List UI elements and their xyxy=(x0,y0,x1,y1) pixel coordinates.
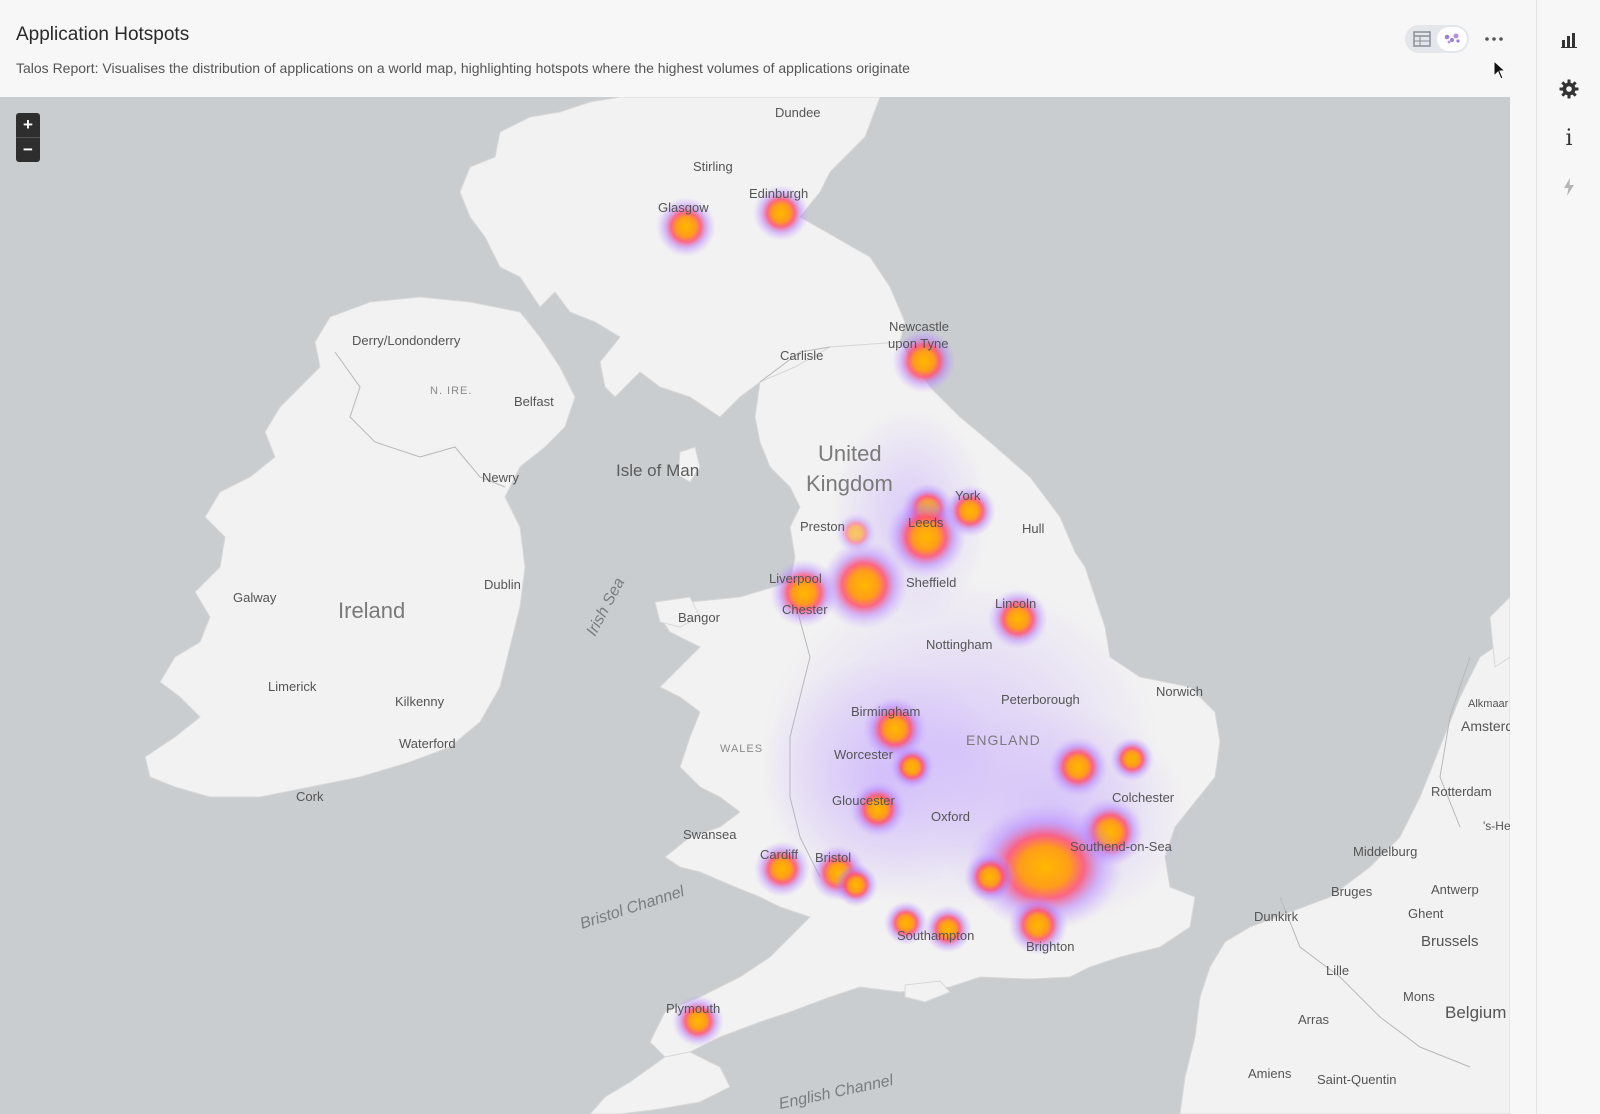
settings-button[interactable] xyxy=(1551,71,1587,107)
label-brussels: Brussels xyxy=(1421,933,1479,950)
table-view-button[interactable] xyxy=(1407,27,1437,51)
label-belfast: Belfast xyxy=(514,394,554,409)
world-map-icon xyxy=(1444,33,1460,44)
label-chester: Chester xyxy=(782,602,828,617)
heatmap-map[interactable]: Dundee Stirling Glasgow Edinburgh Derry/… xyxy=(0,97,1510,1114)
info-icon: i xyxy=(1565,125,1573,151)
label-alkmaar: Alkmaar xyxy=(1468,698,1509,710)
lightning-icon xyxy=(1564,178,1574,196)
info-button[interactable]: i xyxy=(1551,120,1587,156)
chart-button[interactable] xyxy=(1551,22,1587,58)
label-dunkirk: Dunkirk xyxy=(1254,909,1299,924)
label-birmingham: Birmingham xyxy=(851,704,920,719)
report-header: Application Hotspots Talos Report: Visua… xyxy=(0,0,1510,97)
page-title: Application Hotspots xyxy=(16,24,190,45)
label-nottingham: Nottingham xyxy=(926,637,992,652)
label-english-channel: English Channel xyxy=(777,1072,895,1113)
label-ghent: Ghent xyxy=(1408,906,1444,921)
label-england: ENGLAND xyxy=(966,732,1041,748)
more-options-button[interactable] xyxy=(1478,24,1510,54)
label-swansea: Swansea xyxy=(683,827,737,842)
label-colchester: Colchester xyxy=(1112,790,1175,805)
mouse-cursor-icon xyxy=(1493,60,1507,80)
label-cardiff: Cardiff xyxy=(760,847,798,862)
label-amsterdam: Amsterdam xyxy=(1461,718,1510,734)
label-plymouth: Plymouth xyxy=(666,1001,720,1016)
label-norwich: Norwich xyxy=(1156,684,1203,699)
zoom-in-button[interactable]: + xyxy=(16,113,40,138)
more-horizontal-icon xyxy=(1485,37,1503,41)
view-toggle xyxy=(1405,25,1469,53)
label-irish-sea: Irish Sea xyxy=(584,575,629,639)
land-cornwall xyxy=(589,1051,731,1114)
label-peterborough: Peterborough xyxy=(1001,692,1080,707)
hotspot-london-west xyxy=(964,851,1016,903)
land-ireland xyxy=(144,296,576,798)
hotspot-worcester xyxy=(890,745,934,789)
label-sheffield: Sheffield xyxy=(906,575,956,590)
label-uk-2: Kingdom xyxy=(806,471,893,496)
label-antwerp: Antwerp xyxy=(1431,882,1479,897)
label-uk-1: United xyxy=(818,441,882,466)
table-icon xyxy=(1413,31,1431,47)
label-newcastle-1: Newcastle xyxy=(889,319,949,334)
label-bristol: Bristol xyxy=(815,850,851,865)
label-brighton: Brighton xyxy=(1026,939,1074,954)
report-description: Talos Report: Visualises the distributio… xyxy=(16,60,910,76)
label-wales: WALES xyxy=(720,743,763,755)
actions-button[interactable] xyxy=(1551,169,1587,205)
label-derry: Derry/Londonderry xyxy=(352,333,461,348)
gear-icon xyxy=(1559,79,1579,99)
label-glasgow: Glasgow xyxy=(658,200,709,215)
label-newcastle-2: upon Tyne xyxy=(888,336,948,351)
label-bangor: Bangor xyxy=(678,610,721,625)
label-stirling: Stirling xyxy=(693,159,733,174)
label-kilkenny: Kilkenny xyxy=(395,694,445,709)
map-view-button[interactable] xyxy=(1437,27,1467,51)
label-s-hert: 's-Hertogenbosch xyxy=(1483,819,1510,833)
hotspot-norwich xyxy=(1110,737,1154,781)
label-amiens: Amiens xyxy=(1248,1066,1292,1081)
label-york: York xyxy=(955,488,981,503)
label-worcester: Worcester xyxy=(834,747,894,762)
right-tool-rail: i xyxy=(1536,0,1600,1114)
label-carlisle: Carlisle xyxy=(780,348,823,363)
label-middelburg: Middelburg xyxy=(1353,844,1417,859)
label-saint-quentin: Saint-Quentin xyxy=(1317,1072,1397,1087)
label-n-ire: N. IRE. xyxy=(430,385,472,397)
label-preston: Preston xyxy=(800,519,845,534)
label-belgium: Belgium xyxy=(1445,1003,1506,1022)
label-southend: Southend-on-Sea xyxy=(1070,839,1173,854)
label-newry: Newry xyxy=(482,470,519,485)
label-ireland: Ireland xyxy=(338,598,405,623)
label-dundee: Dundee xyxy=(775,105,821,120)
label-dublin: Dublin xyxy=(484,577,521,592)
label-galway: Galway xyxy=(233,590,277,605)
label-waterford: Waterford xyxy=(399,736,456,751)
label-leeds: Leeds xyxy=(908,515,944,530)
label-edinburgh: Edinburgh xyxy=(749,186,808,201)
label-lille: Lille xyxy=(1326,963,1349,978)
label-cork: Cork xyxy=(296,789,324,804)
hotspot-bath xyxy=(834,863,878,907)
hotspot-cambridge xyxy=(1048,737,1108,797)
label-rotterdam: Rotterdam xyxy=(1431,784,1492,799)
land-continent xyxy=(1179,596,1510,1114)
label-lincoln: Lincoln xyxy=(995,596,1036,611)
label-limerick: Limerick xyxy=(268,679,317,694)
label-gloucester: Gloucester xyxy=(832,793,896,808)
label-arras: Arras xyxy=(1298,1012,1330,1027)
label-hull: Hull xyxy=(1022,521,1045,536)
label-isle-of-man: Isle of Man xyxy=(616,461,699,480)
zoom-out-button[interactable]: − xyxy=(16,138,40,162)
hotspot-gloucester xyxy=(850,781,906,837)
label-liverpool: Liverpool xyxy=(769,571,822,586)
zoom-controls: + − xyxy=(16,113,40,162)
bar-chart-icon xyxy=(1561,33,1577,48)
label-oxford: Oxford xyxy=(931,809,970,824)
label-bruges: Bruges xyxy=(1331,884,1373,899)
label-southampton: Southampton xyxy=(897,928,974,943)
label-bristol-channel: Bristol Channel xyxy=(578,883,687,933)
label-mons: Mons xyxy=(1403,989,1435,1004)
